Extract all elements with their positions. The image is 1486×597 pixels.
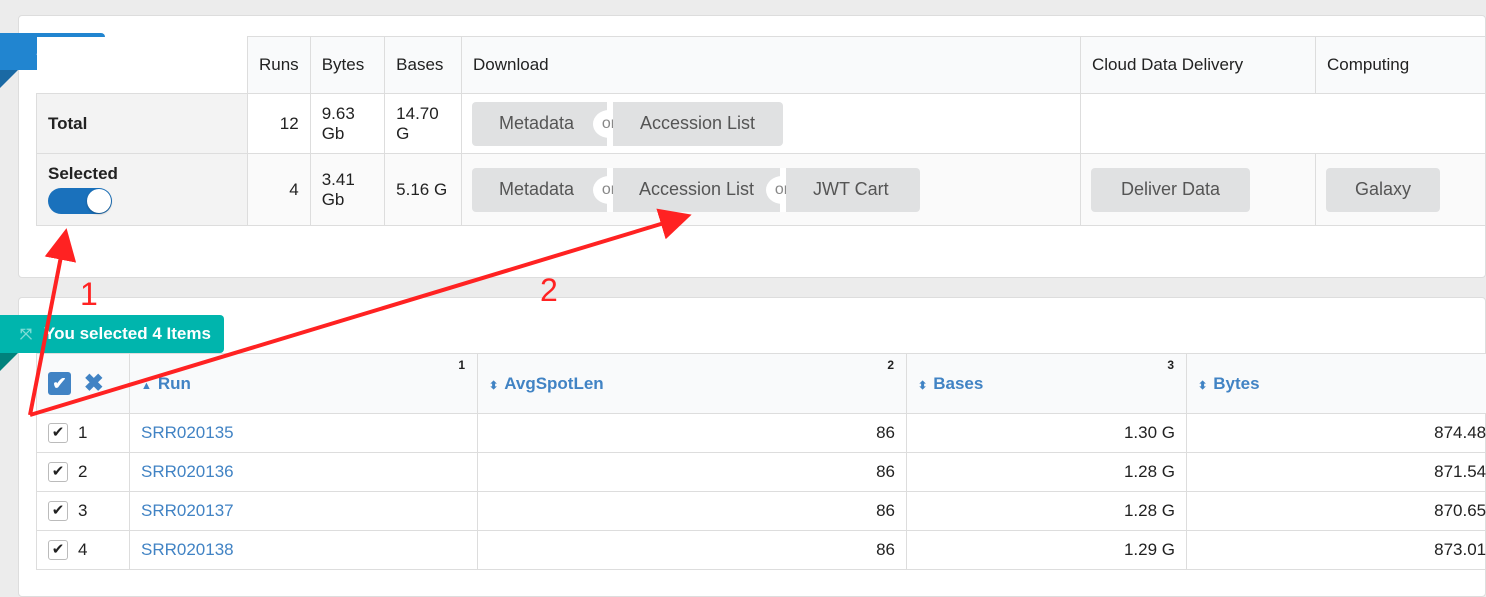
- total-bases: 14.70 G: [385, 94, 462, 154]
- total-accession-list-button[interactable]: Accession List: [613, 102, 783, 146]
- column-bases[interactable]: ⬍Bases3: [907, 354, 1187, 414]
- header-cloud: Cloud Data Delivery: [1081, 37, 1316, 94]
- bytes-cell: 873.01 M: [1187, 531, 1486, 570]
- selection-ribbon: ⤧ You selected 4 Items: [0, 315, 224, 353]
- selected-metadata-button[interactable]: Metadata: [472, 168, 607, 212]
- column-avgspotlen[interactable]: ⬍AvgSpotLen2: [478, 354, 907, 414]
- selected-bases: 5.16 G: [385, 154, 462, 226]
- row-number: 1: [78, 423, 87, 442]
- selected-toggle[interactable]: [48, 188, 112, 214]
- sort-icon: ⬍: [1198, 380, 1207, 392]
- summary-table: Runs Bytes Bases Download Cloud Data Del…: [36, 36, 1486, 226]
- header-bases: Bases: [385, 37, 462, 94]
- row-checkbox[interactable]: ✔: [48, 423, 68, 443]
- run-link[interactable]: SRR020135: [141, 423, 234, 442]
- deliver-data-button[interactable]: Deliver Data: [1091, 168, 1250, 212]
- row-number: 3: [78, 501, 87, 520]
- bases-cell: 1.30 G: [907, 414, 1187, 453]
- bases-cell: 1.28 G: [907, 492, 1187, 531]
- column-run[interactable]: ▲Run1: [130, 354, 478, 414]
- expand-icon[interactable]: ⤧: [20, 326, 32, 343]
- sort-icon: ⬍: [489, 380, 498, 392]
- selected-accession-list-button[interactable]: Accession List: [613, 168, 780, 212]
- avgspotlen-cell: 86: [478, 414, 907, 453]
- clear-selection-icon[interactable]: ✖: [84, 370, 104, 397]
- sort-icon: ▲: [141, 380, 152, 392]
- bases-cell: 1.29 G: [907, 531, 1187, 570]
- row-number: 2: [78, 462, 87, 481]
- selected-runs: 4: [248, 154, 311, 226]
- total-download-group: Metadata or Accession List: [472, 102, 783, 146]
- annotation-step-2: 2: [540, 272, 558, 309]
- sort-icon: ⬍: [918, 380, 927, 392]
- total-label: Total: [37, 94, 248, 154]
- table-row: ✔ 4 SRR020138 86 1.29 G 873.01 M: [37, 531, 1486, 570]
- header-download: Download: [462, 37, 1081, 94]
- total-metadata-button[interactable]: Metadata: [472, 102, 607, 146]
- row-checkbox[interactable]: ✔: [48, 540, 68, 560]
- run-link[interactable]: SRR020138: [141, 540, 234, 559]
- column-bytes[interactable]: ⬍Bytes: [1187, 354, 1486, 414]
- avgspotlen-cell: 86: [478, 492, 907, 531]
- bytes-cell: 871.54 M: [1187, 453, 1486, 492]
- runs-table: ✔ ✖ ▲Run1 ⬍AvgSpotLen2 ⬍Bases3 ⬍Bytes ✔ 1…: [36, 353, 1486, 570]
- header-bytes: Bytes: [310, 37, 384, 94]
- table-row: ✔ 3 SRR020137 86 1.28 G 870.65 M: [37, 492, 1486, 531]
- galaxy-button[interactable]: Galaxy: [1326, 168, 1440, 212]
- bytes-cell: 870.65 M: [1187, 492, 1486, 531]
- row-number: 4: [78, 540, 87, 559]
- selected-download-group: Metadata or Accession List or JWT Cart: [472, 168, 920, 212]
- table-row: ✔ 2 SRR020136 86 1.28 G 871.54 M: [37, 453, 1486, 492]
- avgspotlen-cell: 86: [478, 531, 907, 570]
- bytes-cell: 874.48 M: [1187, 414, 1486, 453]
- row-checkbox[interactable]: ✔: [48, 501, 68, 521]
- bases-cell: 1.28 G: [907, 453, 1187, 492]
- select-all-icon[interactable]: ✔: [48, 372, 71, 395]
- selection-count: You selected 4 Items: [44, 324, 211, 344]
- run-link[interactable]: SRR020136: [141, 462, 234, 481]
- run-link[interactable]: SRR020137: [141, 501, 234, 520]
- jwt-cart-button[interactable]: JWT Cart: [786, 168, 920, 212]
- total-bytes: 9.63 Gb: [310, 94, 384, 154]
- row-checkbox[interactable]: ✔: [48, 462, 68, 482]
- table-row: ✔ 1 SRR020135 86 1.30 G 874.48 M: [37, 414, 1486, 453]
- annotation-step-1: 1: [80, 276, 98, 313]
- avgspotlen-cell: 86: [478, 453, 907, 492]
- total-runs: 12: [248, 94, 311, 154]
- header-runs: Runs: [248, 37, 311, 94]
- selected-label: Selected: [48, 164, 118, 183]
- header-computing: Computing: [1316, 37, 1486, 94]
- selected-bytes: 3.41 Gb: [310, 154, 384, 226]
